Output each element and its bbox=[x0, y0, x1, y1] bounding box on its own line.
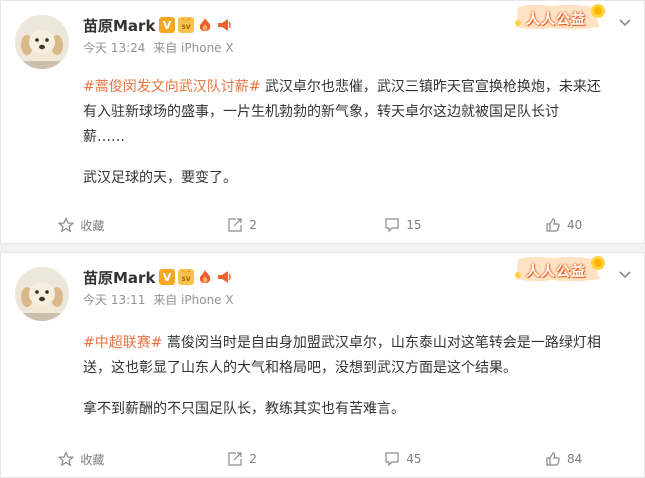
like-icon bbox=[545, 217, 561, 233]
comment-icon bbox=[384, 451, 400, 467]
chevron-down-icon[interactable] bbox=[618, 267, 632, 281]
star-icon bbox=[58, 451, 75, 467]
author-name[interactable]: 苗原Mark bbox=[83, 15, 155, 36]
like-icon bbox=[545, 451, 561, 467]
charity-banner[interactable]: 人人公益 bbox=[512, 3, 608, 31]
post-text-line: 薪…… bbox=[83, 129, 125, 145]
topic-link[interactable]: #中超联赛# bbox=[83, 335, 162, 351]
repost-button[interactable]: 2 bbox=[162, 441, 323, 477]
post-text-line: 有入驻新球场的盛事，一片生机勃勃的新气象，转天卓尔这边就被国足队长讨 bbox=[83, 104, 559, 120]
like-count: 84 bbox=[566, 452, 583, 466]
favorite-button[interactable]: 收藏 bbox=[1, 441, 162, 477]
post-text-line: 蒿俊闵当时是自由身加盟武汉卓尔，山东泰山对这笔转会是一路绿灯相 bbox=[166, 335, 601, 351]
post-text-line: 送，这也彰显了山东人的大气和格局吧，没想到武汉方面是这个结果。 bbox=[83, 360, 517, 376]
like-button[interactable]: 84 bbox=[483, 441, 644, 477]
comment-button[interactable]: 45 bbox=[323, 441, 484, 477]
horn-icon[interactable] bbox=[216, 269, 232, 285]
post-meta: 今天 13:24 来自 iPhone X bbox=[83, 39, 238, 56]
svg-text:SV: SV bbox=[182, 276, 191, 283]
post-source: 来自 iPhone X bbox=[153, 293, 234, 307]
post-time[interactable]: 今天 13:11 bbox=[83, 293, 145, 307]
comment-count: 15 bbox=[406, 218, 422, 232]
post-text-line: 武汉卓尔也悲催，武汉三镇昨天官宣换枪换炮，未来还 bbox=[264, 79, 601, 95]
chevron-down-icon[interactable] bbox=[618, 15, 632, 29]
post-text-line: 武汉足球的天，要变了。 bbox=[83, 170, 237, 186]
post-time[interactable]: 今天 13:24 bbox=[83, 41, 145, 55]
post-meta: 今天 13:11 来自 iPhone X bbox=[83, 291, 238, 308]
post-paragraph: #蒿俊闵发文向武汉队讨薪# 武汉卓尔也悲催，武汉三镇昨天官宣换枪换炮，未来还 bbox=[83, 75, 614, 100]
favorite-label: 收藏 bbox=[80, 218, 105, 233]
horn-icon[interactable] bbox=[216, 17, 232, 33]
author-badges: V SV bbox=[159, 16, 232, 34]
star-icon bbox=[58, 217, 75, 233]
avatar-dog-icon[interactable] bbox=[15, 15, 69, 69]
post-body: #蒿俊闵发文向武汉队讨薪# 武汉卓尔也悲催，武汉三镇昨天官宣换枪换炮，未来还 有… bbox=[83, 75, 614, 191]
like-count: 40 bbox=[566, 218, 583, 232]
verified-v-icon[interactable]: V bbox=[159, 17, 175, 33]
fire-icon[interactable] bbox=[197, 17, 213, 33]
svip-icon[interactable]: SV bbox=[178, 17, 194, 33]
author-badges: V SV bbox=[159, 268, 232, 286]
verified-v-icon[interactable]: V bbox=[159, 269, 175, 285]
comment-button[interactable]: 15 bbox=[323, 207, 484, 243]
repost-icon bbox=[227, 217, 243, 233]
svip-icon[interactable]: SV bbox=[178, 269, 194, 285]
repost-button[interactable]: 2 bbox=[162, 207, 323, 243]
post-text-line: 拿不到薪酬的不只国足队长，教练其实也有苦难言。 bbox=[83, 401, 405, 417]
post-card: 苗原Mark V SV 今天 13:11 来自 iPhone X 人人公益 #中… bbox=[0, 252, 645, 478]
action-bar: 收藏 2 45 84 bbox=[1, 441, 644, 477]
post-source: 来自 iPhone X bbox=[153, 41, 234, 55]
post-body: #中超联赛# 蒿俊闵当时是自由身加盟武汉卓尔，山东泰山对这笔转会是一路绿灯相 送… bbox=[83, 331, 614, 422]
comment-count: 45 bbox=[406, 452, 422, 466]
author-name[interactable]: 苗原Mark bbox=[83, 267, 155, 288]
repost-count: 2 bbox=[249, 218, 257, 232]
post-paragraph: #中超联赛# 蒿俊闵当时是自由身加盟武汉卓尔，山东泰山对这笔转会是一路绿灯相 bbox=[83, 331, 614, 356]
repost-count: 2 bbox=[249, 452, 257, 466]
charity-banner[interactable]: 人人公益 bbox=[512, 255, 608, 283]
repost-icon bbox=[227, 451, 243, 467]
topic-link[interactable]: #蒿俊闵发文向武汉队讨薪# bbox=[83, 79, 260, 95]
post-card: 苗原Mark V SV 今天 13:24 来自 iPhone X 人人公益 #蒿… bbox=[0, 0, 645, 244]
fire-icon[interactable] bbox=[197, 269, 213, 285]
charity-label: 人人公益 bbox=[526, 12, 586, 28]
action-bar: 收藏 2 15 40 bbox=[1, 207, 644, 243]
charity-label: 人人公益 bbox=[526, 264, 586, 280]
weibo-feed: 苗原Mark V SV 今天 13:24 来自 iPhone X 人人公益 #蒿… bbox=[0, 0, 645, 478]
svg-text:SV: SV bbox=[182, 24, 191, 31]
like-button[interactable]: 40 bbox=[483, 207, 644, 243]
comment-icon bbox=[384, 217, 400, 233]
favorite-label: 收藏 bbox=[80, 452, 105, 467]
favorite-button[interactable]: 收藏 bbox=[1, 207, 162, 243]
avatar-dog-icon[interactable] bbox=[15, 267, 69, 321]
